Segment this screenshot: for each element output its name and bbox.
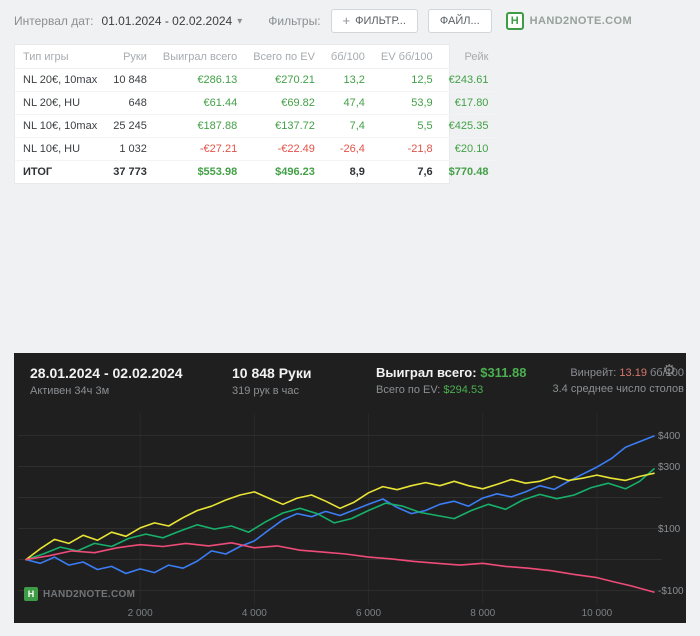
session-panel: 28.01.2024 - 02.02.2024 Активен 34ч 3м 1…	[14, 353, 686, 623]
hand2note-watermark: H HAND2NOTE.COM	[24, 587, 135, 601]
svg-text:-$100: -$100	[658, 586, 684, 597]
cell-bb100: 8,9	[322, 160, 373, 183]
cell-won: €187.88	[154, 114, 246, 138]
session-active-time: Активен 34ч 3м	[30, 385, 110, 397]
cell-hands: 25 245	[105, 114, 155, 138]
table-row[interactable]: NL 20€, 10max 10 848 €286.13 €270.21 13,…	[15, 68, 497, 92]
session-hands-per-hour: 319 рук в час	[232, 385, 300, 397]
svg-text:4 000: 4 000	[242, 608, 267, 619]
svg-text:$300: $300	[658, 462, 681, 473]
cell-hands: 37 773	[105, 160, 155, 183]
cell-hands: 10 848	[105, 68, 155, 92]
session-hands: 10 848 Руки	[232, 365, 312, 381]
cell-bb100: 47,4	[322, 91, 373, 115]
file-button-label: ФАЙЛ...	[439, 15, 480, 27]
plus-icon: +	[342, 13, 351, 28]
cell-won: $553.98	[154, 160, 246, 183]
hand2note-logo-icon: H	[505, 12, 524, 30]
cell-rake: €17.80	[440, 91, 497, 115]
cell-game-type: NL 20€, HU	[15, 91, 106, 115]
winrate-value: 13.19	[619, 367, 647, 379]
session-header: 28.01.2024 - 02.02.2024 Активен 34ч 3м 1…	[14, 353, 686, 397]
cell-bb100: -26,4	[322, 137, 373, 161]
profit-graph: $400 $300 $100 -$100 2 000 4 000 6 000 8 000 10 …	[14, 407, 686, 621]
table-header-row: Тип игры Руки Выиграл всего Всего по EV …	[15, 45, 497, 69]
column-header-hands[interactable]: Руки	[105, 45, 155, 69]
cell-ev: €270.21	[245, 68, 323, 92]
date-interval-label: Интервал дат:	[14, 14, 94, 28]
svg-text:6 000: 6 000	[356, 608, 381, 619]
table-row[interactable]: NL 20€, HU 648 €61.44 €69.82 47,4 53,9 €…	[15, 91, 497, 115]
results-table: Тип игры Руки Выиграл всего Всего по EV …	[15, 45, 497, 183]
column-header-rake[interactable]: Рейк	[440, 45, 497, 69]
filter-button-label: ФИЛЬТР...	[355, 15, 406, 27]
cell-bb100: 7,4	[322, 114, 373, 138]
filter-button[interactable]: + ФИЛЬТР...	[330, 9, 418, 33]
cell-won: €61.44	[154, 91, 246, 115]
cell-ev: -€22.49	[245, 137, 323, 161]
avg-tables: 3.4 среднее число столов	[552, 383, 685, 395]
column-header-ev-total[interactable]: Всего по EV	[245, 45, 323, 69]
chart-settings-button[interactable]: ⚙	[663, 363, 676, 378]
cell-ev-bb100: 7,6	[372, 160, 441, 183]
ev-total-label: Всего по EV:	[376, 384, 441, 396]
cell-won: -€27.21	[154, 137, 246, 161]
cell-ev-bb100: 53,9	[372, 91, 441, 115]
cell-ev: €69.82	[245, 91, 323, 115]
svg-text:$400: $400	[658, 431, 681, 442]
file-button[interactable]: ФАЙЛ...	[427, 9, 492, 33]
cell-ev: $496.23	[245, 160, 323, 183]
session-hands-block: 10 848 Руки 319 рук в час	[232, 365, 350, 397]
hand2note-logo-text: HAND2NOTE.COM	[529, 15, 633, 27]
cell-rake: €243.61	[440, 68, 497, 92]
cell-hands: 648	[105, 91, 155, 115]
column-header-won-total[interactable]: Выиграл всего	[154, 45, 246, 69]
hand2note-logo-icon: H	[24, 587, 38, 601]
cell-won: €286.13	[154, 68, 246, 92]
column-header-ev-bb100[interactable]: EV бб/100	[372, 45, 441, 69]
column-header-bb100[interactable]: бб/100	[322, 45, 373, 69]
cell-game-type: NL 20€, 10max	[15, 68, 106, 92]
column-header-game-type[interactable]: Тип игры	[15, 45, 106, 69]
svg-text:10 000: 10 000	[582, 608, 613, 619]
results-table-card: Тип игры Руки Выиграл всего Всего по EV …	[14, 44, 497, 184]
table-row-total[interactable]: ИТОГ 37 773 $553.98 $496.23 8,9 7,6 $770…	[15, 160, 497, 183]
session-winnings-block: Выиграл всего: $311.88 Всего по EV: $294…	[376, 365, 527, 397]
cell-ev-bb100: -21,8	[372, 137, 441, 161]
table-row[interactable]: NL 10€, 10max 25 245 €187.88 €137.72 7,4…	[15, 114, 497, 138]
cell-hands: 1 032	[105, 137, 155, 161]
cell-rake: €20.10	[440, 137, 497, 161]
cell-rake: $770.48	[440, 160, 497, 183]
svg-text:8 000: 8 000	[470, 608, 495, 619]
session-dates-block: 28.01.2024 - 02.02.2024 Активен 34ч 3м	[30, 365, 206, 397]
hand2note-watermark-text: HAND2NOTE.COM	[43, 588, 136, 600]
cell-rake: €425.35	[440, 114, 497, 138]
cell-bb100: 13,2	[322, 68, 373, 92]
date-range-value: 01.01.2024 - 02.02.2024	[101, 14, 233, 28]
svg-text:$100: $100	[658, 524, 681, 535]
ev-total-value: $294.53	[443, 384, 484, 396]
toolbar: Интервал дат: 01.01.2024 - 02.02.2024 ▾ …	[0, 0, 700, 40]
cell-game-type: NL 10€, HU	[15, 137, 106, 161]
hand2note-logo: H HAND2NOTE.COM	[505, 12, 633, 30]
cell-ev-bb100: 12,5	[372, 68, 441, 92]
chevron-down-icon: ▾	[237, 15, 243, 27]
cell-ev-bb100: 5,5	[372, 114, 441, 138]
cell-game-type: ИТОГ	[15, 160, 106, 183]
cell-game-type: NL 10€, 10max	[15, 114, 106, 138]
session-date-range: 28.01.2024 - 02.02.2024	[30, 365, 183, 381]
svg-text:2 000: 2 000	[128, 608, 153, 619]
filters-label: Фильтры:	[268, 14, 321, 28]
won-total-value: $311.88	[480, 365, 527, 380]
winrate-label: Винрейт:	[570, 367, 617, 379]
cell-ev: €137.72	[245, 114, 323, 138]
gear-icon: ⚙	[662, 362, 676, 379]
table-row[interactable]: NL 10€, HU 1 032 -€27.21 -€22.49 -26,4 -…	[15, 137, 497, 161]
date-range-selector[interactable]: 01.01.2024 - 02.02.2024 ▾	[101, 14, 242, 28]
won-total-label: Выиграл всего:	[376, 365, 477, 380]
